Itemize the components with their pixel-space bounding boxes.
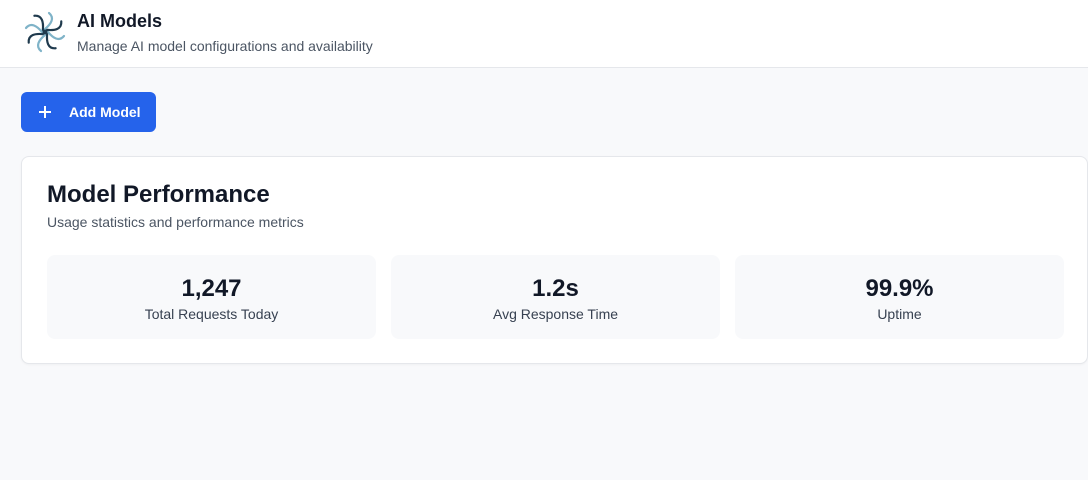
stat-label: Avg Response Time xyxy=(492,306,619,322)
plus-icon xyxy=(39,106,51,118)
stat-label: Uptime xyxy=(877,306,922,322)
model-performance-card: Model Performance Usage statistics and p… xyxy=(21,156,1088,364)
stat-label: Total Requests Today xyxy=(144,306,279,322)
add-model-button[interactable]: Add Model xyxy=(21,92,156,132)
add-model-label: Add Model xyxy=(69,104,141,120)
card-subtitle: Usage statistics and performance metrics xyxy=(47,214,304,230)
stat-value: 1,247 xyxy=(181,275,242,302)
stat-avg-response-time: 1.2s Avg Response Time xyxy=(391,255,720,339)
stat-uptime: 99.9% Uptime xyxy=(735,255,1064,339)
page-title: AI Models xyxy=(77,11,163,31)
page-header: AI Models Manage AI model configurations… xyxy=(0,0,1088,68)
stat-value: 1.2s xyxy=(532,275,579,302)
stat-value: 99.9% xyxy=(865,275,934,302)
stat-total-requests: 1,247 Total Requests Today xyxy=(47,255,376,339)
page-subtitle: Manage AI model configurations and avail… xyxy=(77,38,373,54)
logo-icon xyxy=(24,11,66,53)
card-title: Model Performance xyxy=(47,181,270,208)
